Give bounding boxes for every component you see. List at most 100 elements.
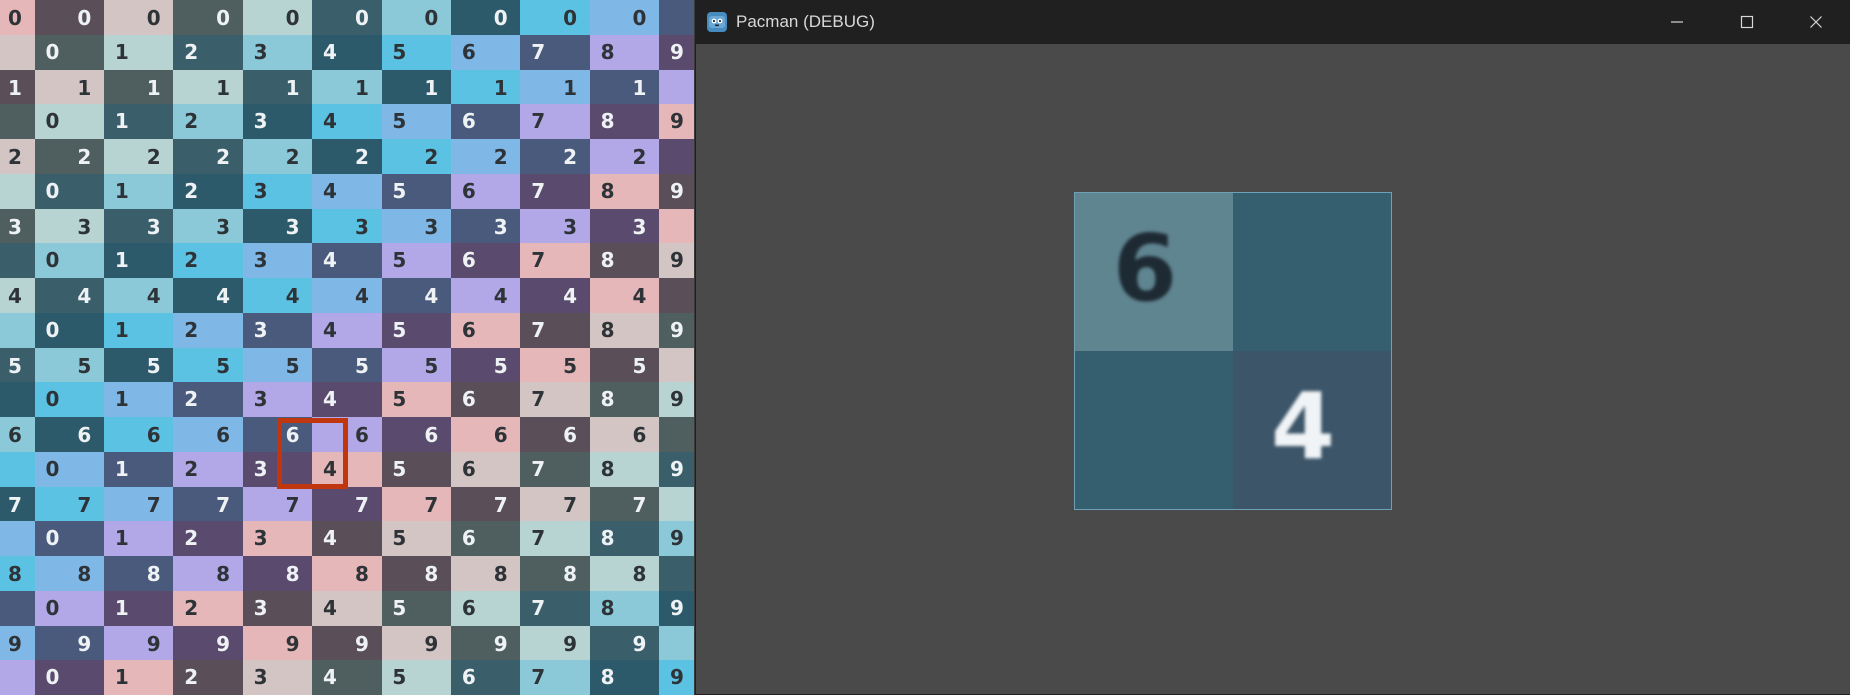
atlas-tile: 62 <box>138 417 209 487</box>
tile-col-label: 6 <box>461 456 476 481</box>
tile-quadrant <box>451 69 486 105</box>
tile-row-label: 4 <box>563 284 578 308</box>
tile-quadrant <box>520 69 556 105</box>
atlas-tile: 72 <box>138 486 209 556</box>
tile-quadrant <box>520 139 556 174</box>
tile-quadrant <box>34 139 70 174</box>
tile-quadrant <box>34 556 70 591</box>
tile-quadrant <box>208 312 243 348</box>
game-viewport[interactable]: 6 4 <box>696 44 1850 694</box>
tile-row-label: 4 <box>216 284 231 308</box>
tile-quadrant <box>277 590 313 626</box>
preview-quadrant-bottom-right: 4 <box>1233 351 1391 509</box>
tile-row-label: 4 <box>424 284 439 308</box>
atlas-tile: 94 <box>277 625 347 695</box>
tile-quadrant <box>624 590 660 626</box>
atlas-tile: 73 <box>208 486 278 556</box>
tile-col-label: 7 <box>531 178 546 203</box>
tile-quadrant <box>485 660 521 695</box>
tile-quadrant <box>312 347 347 383</box>
atlas-tile: 92 <box>138 625 209 695</box>
selected-tile-preview: 6 4 <box>1074 192 1392 510</box>
tile-row-label: 2 <box>216 145 231 169</box>
tile-col-label: 6 <box>461 595 476 620</box>
close-icon <box>1810 16 1822 28</box>
tile-col-label: 8 <box>600 526 615 550</box>
tile-quadrant <box>242 69 278 105</box>
tile-col-label: 3 <box>253 595 268 620</box>
atlas-tile: 28 <box>555 139 625 209</box>
tile-quadrant <box>34 417 70 452</box>
tile-quadrant <box>242 486 278 522</box>
tile-col-label: 9 <box>669 595 684 620</box>
tile-quadrant <box>69 521 105 556</box>
tile-col-label: 2 <box>184 456 199 481</box>
atlas-tile: 10 <box>0 69 70 139</box>
tile-quadrant <box>0 104 35 139</box>
tile-col-label: 1 <box>114 178 129 203</box>
tile-col-label: 0 <box>45 665 60 689</box>
tile-quadrant <box>69 104 105 139</box>
minimize-button[interactable] <box>1642 0 1712 44</box>
atlas-tile: 77 <box>485 486 556 556</box>
tile-quadrant <box>346 243 382 278</box>
tile-quadrant <box>0 243 35 278</box>
tile-quadrant <box>138 451 174 487</box>
atlas-tile: 12 <box>138 69 209 139</box>
atlas-tile: 02 <box>138 0 209 70</box>
atlas-tile: 52 <box>138 347 209 417</box>
tile-quadrant <box>451 0 486 35</box>
atlas-tile: 29 <box>624 139 694 209</box>
tile-quadrant <box>0 521 35 556</box>
tile-quadrant <box>69 382 105 417</box>
tile-col-label: 5 <box>392 456 407 481</box>
tile-quadrant <box>589 139 625 174</box>
tile-col-label: 7 <box>531 526 546 550</box>
tile-col-label: 7 <box>531 387 546 411</box>
maximize-button[interactable] <box>1712 0 1782 44</box>
tile-col-label: 1 <box>114 595 129 620</box>
tile-quadrant <box>659 208 694 244</box>
tile-row-label: 7 <box>77 492 92 517</box>
tile-col-label: 3 <box>253 248 268 272</box>
tile-row-label: 2 <box>8 145 22 169</box>
tile-row-label: 4 <box>146 284 161 308</box>
tile-row-label: 2 <box>493 145 508 169</box>
tile-row-label: 2 <box>563 145 578 169</box>
tile-quadrant <box>451 417 486 452</box>
tile-row-label: 6 <box>8 423 22 447</box>
tile-quadrant <box>520 278 556 313</box>
tile-quadrant <box>277 451 313 487</box>
atlas-tile: 43 <box>208 278 278 348</box>
tile-quadrant <box>451 347 486 383</box>
title-bar[interactable]: Pacman (DEBUG) <box>695 0 1850 44</box>
tile-quadrant <box>659 417 694 452</box>
atlas-tile: 01 <box>69 0 139 70</box>
tile-col-label: 6 <box>461 109 476 133</box>
tile-quadrant <box>416 590 452 626</box>
tile-quadrant <box>104 0 139 35</box>
tile-quadrant <box>173 625 209 661</box>
tile-row-label: 5 <box>424 353 439 378</box>
tile-row-label: 0 <box>8 6 22 30</box>
close-button[interactable] <box>1781 0 1850 44</box>
tile-quadrant <box>69 173 105 209</box>
tile-col-label: 6 <box>461 317 476 342</box>
tile-col-label: 4 <box>323 317 337 342</box>
tile-col-label: 5 <box>392 109 407 133</box>
tile-row-label: 8 <box>285 562 300 586</box>
tile-quadrant <box>277 312 313 348</box>
tile-col-label: 8 <box>600 178 615 203</box>
atlas-tile: 27 <box>485 139 556 209</box>
tile-quadrant <box>242 625 278 661</box>
atlas-tile: 86 <box>416 556 486 626</box>
atlas-tile: 30 <box>0 208 70 278</box>
tile-row-label: 5 <box>8 353 22 378</box>
tile-col-label: 7 <box>531 109 546 133</box>
atlas-tile: 18 <box>555 69 625 139</box>
tile-row-label: 6 <box>493 423 508 447</box>
tile-col-label: 3 <box>253 317 268 342</box>
tile-col-label: 0 <box>45 456 60 481</box>
preview-quadrant-top-right <box>1233 193 1391 351</box>
tile-row-label: 0 <box>216 6 231 30</box>
